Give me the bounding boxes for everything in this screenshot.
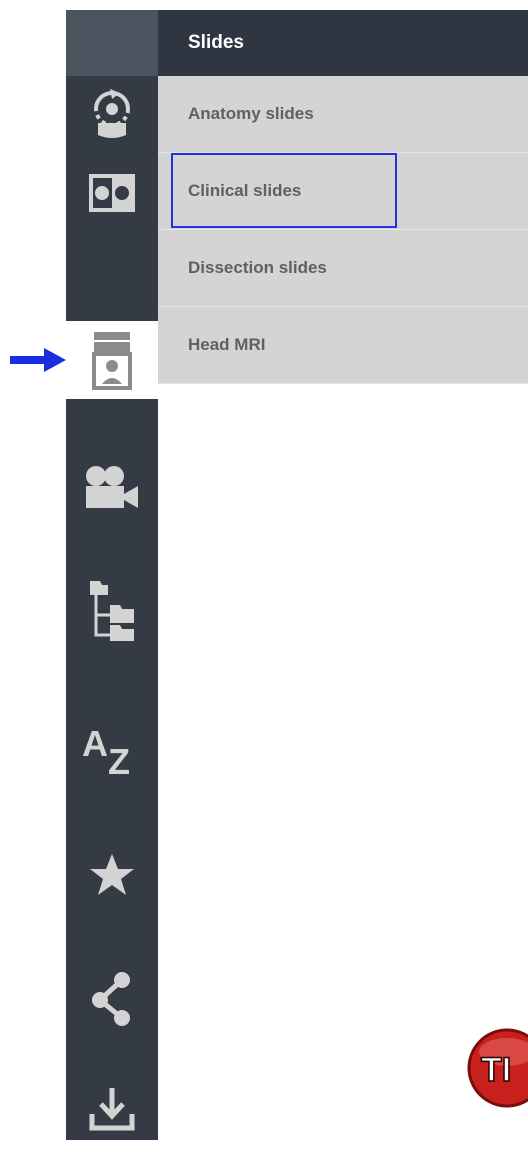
svg-text:A: A [82,723,108,764]
list-item-anatomy-slides[interactable]: Anatomy slides [158,76,528,153]
list-item-label: Head MRI [188,335,266,354]
icon-sidebar: A Z [66,10,158,1140]
a-z-index-icon: A Z [82,723,130,776]
slides-nav-button[interactable] [66,321,158,399]
list-item-label: Dissection slides [188,258,327,277]
tip-badge: TI [462,1024,528,1112]
rotate-3d-button[interactable] [66,76,158,154]
favorites-button[interactable] [66,836,158,914]
list-item-head-mri[interactable]: Head MRI [158,307,528,384]
list-item-dissection-slides[interactable]: Dissection slides [158,230,528,307]
video-camera-icon [86,466,138,508]
svg-text:Z: Z [108,741,130,776]
share-icon [92,972,130,1026]
list-item-label: Anatomy slides [188,104,314,123]
slides-list: Anatomy slides Clinical slides Dissectio… [158,76,528,384]
pointer-arrow-icon [10,348,66,372]
panel-title: Slides [158,10,528,76]
list-item-label: Clinical slides [188,181,302,200]
two-panel-view-button[interactable] [66,154,158,232]
list-item-clinical-slides[interactable]: Clinical slides [158,153,528,230]
star-favorites-icon [90,854,134,895]
slides-stack-icon [92,332,132,390]
tip-badge-text: TI [481,1051,511,1089]
panel-title-text: Slides [188,32,244,53]
folder-tree-icon [90,581,134,641]
structures-tree-button[interactable] [66,572,158,650]
download-icon [89,1088,135,1131]
sidebar-top-block [66,10,158,76]
rotate-3d-icon [94,89,130,138]
two-panel-icon [89,174,135,212]
download-button[interactable] [66,1070,158,1148]
a-z-index-button[interactable]: A Z [66,710,158,788]
share-button[interactable] [66,960,158,1038]
videos-nav-button[interactable] [66,448,158,526]
